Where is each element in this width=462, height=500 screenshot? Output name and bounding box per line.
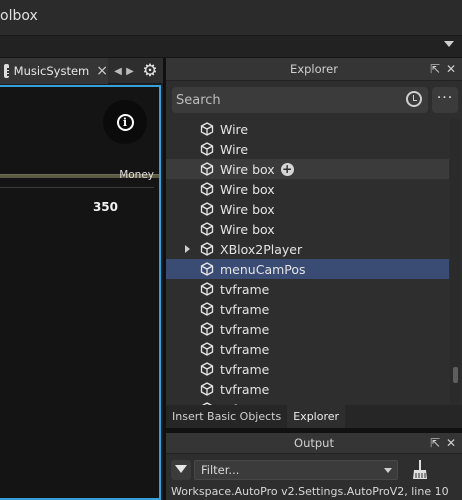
part-cube-icon [200, 222, 214, 236]
scrollbar-thumb[interactable] [453, 367, 458, 383]
tree-item[interactable]: Wire box [166, 219, 449, 239]
tree-item-label: menuCamPos [220, 261, 306, 277]
part-cube-icon [200, 242, 214, 256]
tree-item[interactable]: Wire [166, 139, 449, 159]
output-header: Output ⇱ ✕ [166, 433, 462, 454]
tree-item-label: tvframe [220, 361, 270, 377]
tab-musicsystem[interactable]: MusicSystem × [0, 58, 108, 84]
history-icon[interactable] [406, 91, 422, 107]
tree-item[interactable]: tvframe [166, 279, 449, 299]
explorer-bottom-tabs: Insert Basic Objects Explorer [166, 405, 462, 428]
leaderboard-header-money: Money [119, 169, 154, 181]
tree-item[interactable]: tvframe [166, 359, 449, 379]
leaderboard-value: 350 [92, 200, 118, 214]
script-icon [4, 64, 14, 78]
game-viewport[interactable]: i Money 350 [0, 85, 161, 500]
part-cube-icon [200, 302, 214, 316]
explorer-title: Explorer [290, 62, 338, 76]
explorer-tree: Wire Wire Wire box + Wire box Wire box Wire bo… [166, 119, 449, 407]
document-tab-bar: MusicSystem × ◀ ▶ ⚙ [0, 58, 166, 84]
tab-insert-basic-objects[interactable]: Insert Basic Objects [166, 405, 287, 428]
tree-item-label: Wire [220, 121, 249, 137]
tree-item-label: Wire box [220, 181, 275, 197]
search-placeholder: Search [176, 92, 221, 108]
tree-item-label: tvframe [220, 321, 270, 337]
clear-output-icon[interactable] [410, 459, 430, 481]
tab-label: MusicSystem [13, 64, 90, 78]
tree-item-label: Wire box [220, 161, 275, 177]
tree-item[interactable]: menuCamPos [166, 259, 449, 279]
more-options-button[interactable]: ··· [432, 87, 458, 113]
info-button[interactable]: i [103, 100, 147, 144]
expand-arrow-icon[interactable] [185, 245, 190, 253]
part-cube-icon [200, 142, 214, 156]
tree-item[interactable]: tvframe [166, 379, 449, 399]
part-cube-icon [200, 342, 214, 356]
tree-item[interactable]: Wire box [166, 199, 449, 219]
tree-item-label: tvframe [220, 341, 270, 357]
tree-item-label: tvframe [220, 281, 270, 297]
part-cube-icon [200, 322, 214, 336]
ribbon-strip [0, 36, 462, 58]
title-bar: olbox [0, 0, 462, 36]
output-filter-row: Filter... [166, 457, 462, 483]
tab-prev-icon[interactable]: ◀ [112, 62, 124, 80]
output-log-line[interactable]: Workspace.AutoPro v2.Settings.AutoProV2,… [171, 485, 449, 498]
tree-item-label: Wire [220, 141, 249, 157]
tree-item-label: tvframe [220, 381, 270, 397]
tab-explorer[interactable]: Explorer [287, 405, 346, 428]
undock-icon[interactable]: ⇱ [430, 436, 440, 450]
part-cube-icon [200, 162, 214, 176]
part-cube-icon [200, 202, 214, 216]
part-cube-icon [200, 122, 214, 136]
tree-item[interactable]: Wire box + [166, 159, 449, 179]
info-icon: i [116, 113, 134, 131]
explorer-header: Explorer ⇱ ✕ [166, 58, 462, 81]
leaderboard-separator [0, 187, 154, 188]
close-icon[interactable]: ✕ [446, 436, 456, 450]
undock-icon[interactable]: ⇱ [430, 62, 440, 76]
filter-icon[interactable] [171, 460, 191, 480]
add-object-icon[interactable]: + [280, 162, 294, 176]
close-icon[interactable]: ✕ [446, 62, 456, 76]
chevron-down-icon[interactable] [444, 41, 454, 47]
tree-item[interactable]: tvframe [166, 299, 449, 319]
part-cube-icon [200, 262, 214, 276]
chevron-down-icon [384, 468, 392, 473]
scrollbar[interactable] [450, 119, 460, 407]
tree-item[interactable]: tvframe [166, 339, 449, 359]
output-panel: Output ⇱ ✕ Filter... Workspace.AutoPro v… [166, 433, 462, 500]
filter-select[interactable]: Filter... [194, 460, 398, 480]
tree-item[interactable]: tvframe [166, 319, 449, 339]
tree-item[interactable]: Wire box [166, 179, 449, 199]
tree-item-label: Wire box [220, 201, 275, 217]
filter-value: Filter... [201, 463, 240, 477]
close-icon[interactable]: × [96, 63, 108, 79]
tree-item-label: tvframe [220, 301, 270, 317]
part-cube-icon [200, 282, 214, 296]
app-title: olbox [0, 8, 38, 24]
part-cube-icon [200, 362, 214, 376]
part-cube-icon [200, 182, 214, 196]
tree-item[interactable]: Wire [166, 119, 449, 139]
part-cube-icon [200, 382, 214, 396]
tree-item-label: Wire box [220, 221, 275, 237]
tab-next-icon[interactable]: ▶ [124, 62, 136, 80]
output-title: Output [294, 436, 334, 450]
gear-icon[interactable]: ⚙ [140, 61, 160, 81]
search-input[interactable]: Search [172, 87, 428, 113]
tree-item-label: XBlox2Player [220, 241, 303, 257]
explorer-panel: Explorer ⇱ ✕ Search ··· Wire Wire Wire box… [166, 58, 462, 428]
tree-item[interactable]: XBlox2Player [166, 239, 449, 259]
